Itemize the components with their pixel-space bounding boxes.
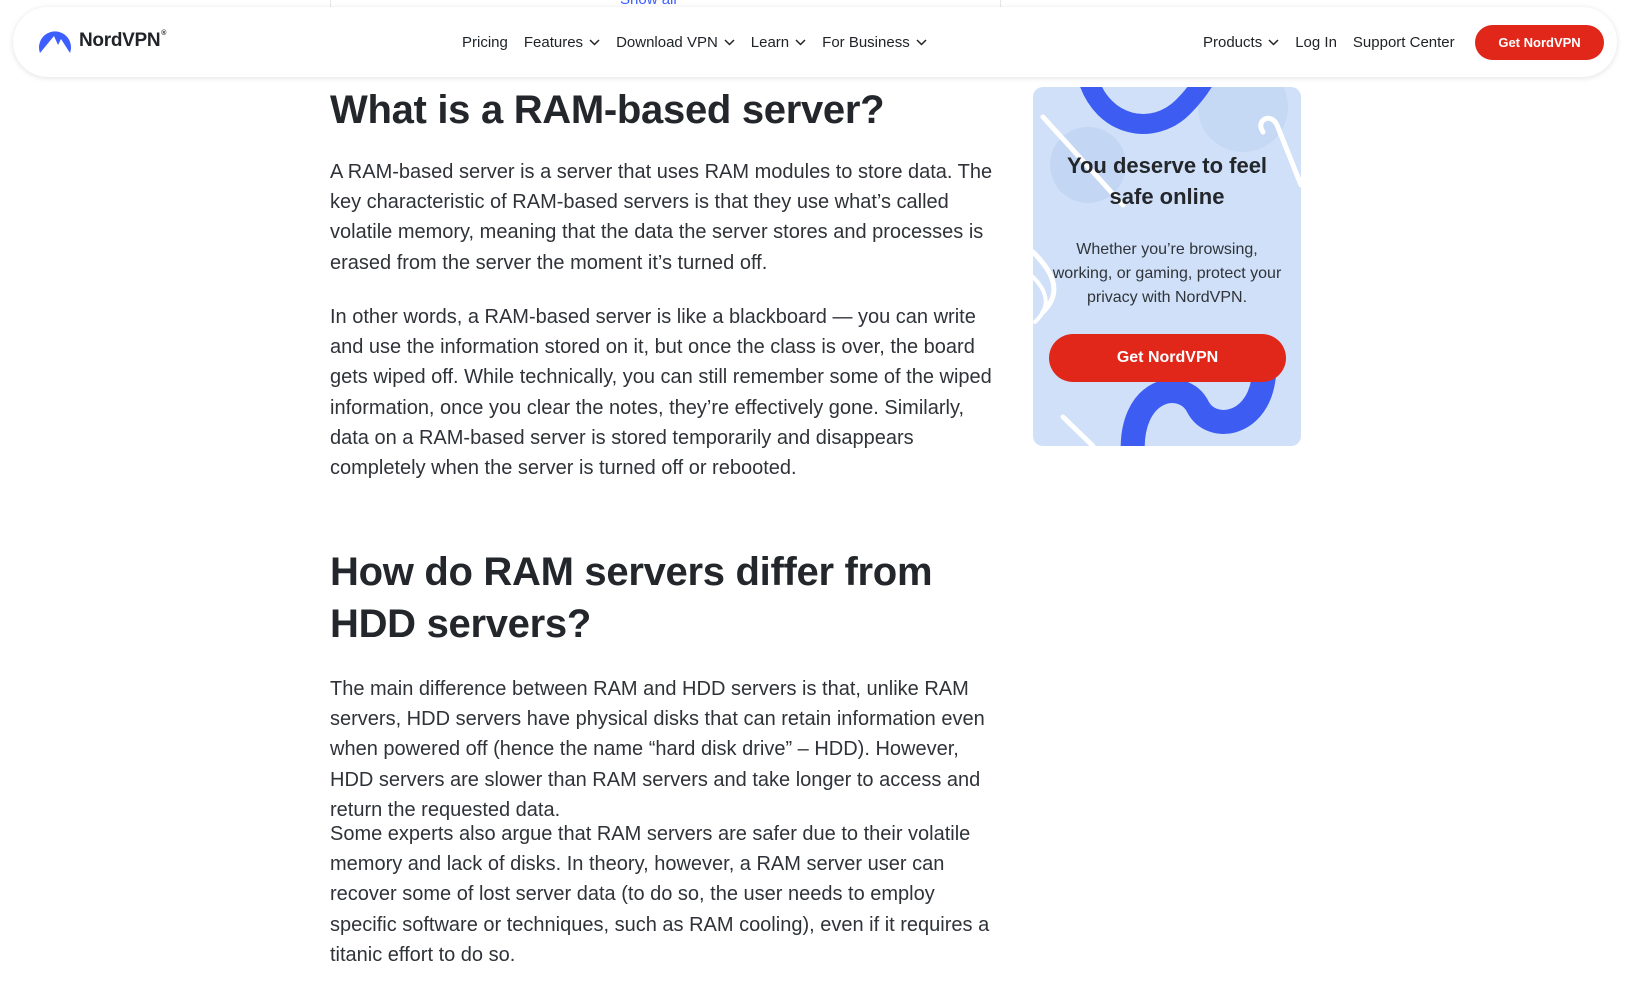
nav-item-label: Support Center xyxy=(1352,33,1455,51)
promo-description: Whether you’re browsing, working, or gam… xyxy=(1052,241,1282,306)
nordvpn-logo[interactable]: NordVPN® xyxy=(37,27,166,55)
article-paragraph: In other words, a RAM-based server is li… xyxy=(330,306,992,480)
brand-name: NordVPN® xyxy=(79,30,167,51)
nav-item-features[interactable]: Features xyxy=(524,34,600,51)
chevron-down-icon xyxy=(1268,38,1279,46)
promo-card: You deserve to feel safe online Whether … xyxy=(1033,87,1301,446)
nav-item-download-vpn[interactable]: Download VPN xyxy=(616,34,735,51)
article-paragraph: A RAM-based server is a server that uses… xyxy=(330,161,993,274)
section-heading-ram-vs-hdd: How do RAM servers differ from HDD serve… xyxy=(330,550,933,646)
chevron-down-icon xyxy=(795,38,806,46)
get-nordvpn-nav-button[interactable]: Get NordVPN xyxy=(1475,25,1604,60)
nav-item-for-business[interactable]: For Business xyxy=(822,34,927,51)
chevron-down-icon xyxy=(589,38,600,46)
get-nordvpn-promo-button[interactable]: Get NordVPN xyxy=(1049,334,1286,382)
nav-item-label: Features xyxy=(523,33,584,51)
article-paragraph: Some experts also argue that RAM servers… xyxy=(330,823,990,966)
article-paragraph: The main difference between RAM and HDD … xyxy=(330,678,985,821)
nav-item-label: Download VPN xyxy=(616,33,718,51)
nav-item-label: For Business xyxy=(822,33,910,51)
nav-item-pricing[interactable]: Pricing xyxy=(462,34,508,51)
nav-item-label: Learn xyxy=(750,33,790,51)
nordvpn-mountain-icon xyxy=(39,31,71,53)
nav-item-label: Pricing xyxy=(462,33,508,51)
nav-item-log-in[interactable]: Log In xyxy=(1295,34,1337,51)
nav-item-learn[interactable]: Learn xyxy=(751,34,806,51)
secondary-menu: Products Log In Support Center xyxy=(1203,7,1471,77)
main-menu: Pricing Features Download VPN Learn For … xyxy=(462,7,943,77)
top-navigation: NordVPN® Pricing Features Download VPN L… xyxy=(13,7,1617,77)
section-heading-ram-based-server: What is a RAM-based server? xyxy=(330,88,885,132)
chevron-down-icon xyxy=(916,38,927,46)
nav-item-products[interactable]: Products xyxy=(1203,34,1279,51)
promo-title: You deserve to feel safe online xyxy=(1066,153,1268,209)
chevron-down-icon xyxy=(724,38,735,46)
nav-item-label: Log In xyxy=(1295,33,1337,51)
nav-item-support-center[interactable]: Support Center xyxy=(1353,34,1455,51)
nav-item-label: Products xyxy=(1203,33,1263,51)
